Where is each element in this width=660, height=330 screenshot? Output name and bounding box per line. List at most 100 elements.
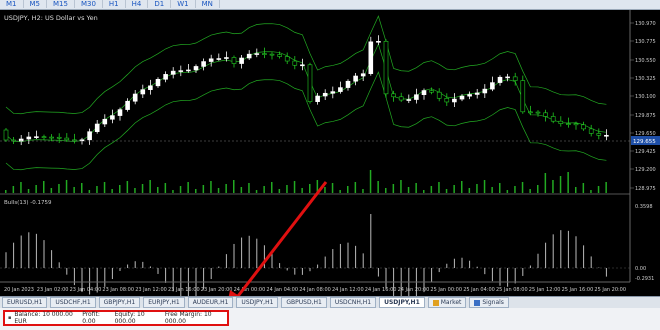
candle-body <box>421 90 427 95</box>
bulls-power-bar <box>491 268 493 282</box>
candle-body <box>224 57 229 59</box>
candle-body <box>72 139 77 142</box>
bollinger-bands <box>5 15 607 171</box>
market-tab[interactable]: Market <box>427 297 467 308</box>
candle-body <box>79 139 85 142</box>
chart-canvas[interactable]: USDJPY, H2: US Dollar vs Yen 130.970130.… <box>0 10 660 310</box>
bulls-power-bar <box>347 242 349 268</box>
candle-body <box>170 70 176 75</box>
chart-tab[interactable]: EURJPY,H1 <box>143 297 185 308</box>
time-tick-label: 23 Jan 12:00 <box>135 287 167 293</box>
volume-bar <box>483 180 486 193</box>
timeframe-m30-button[interactable]: M30 <box>75 0 103 8</box>
candle-body <box>588 128 594 134</box>
volume-bar <box>347 186 349 193</box>
candle-body <box>254 53 260 55</box>
volume-bar <box>354 182 357 193</box>
bulls-power-bar <box>567 230 569 268</box>
candle-body <box>193 66 199 71</box>
volume-bar <box>339 190 341 193</box>
bulls-power-bar <box>149 266 151 268</box>
volume-bar <box>134 188 136 193</box>
time-tick-label: 25 Jan 16:00 <box>562 287 594 293</box>
timeframe-m5-button[interactable]: M5 <box>24 0 47 8</box>
volume-bar <box>331 183 334 193</box>
volume-bar <box>278 189 281 193</box>
candle-body <box>596 133 602 136</box>
chart-tab[interactable]: GBPJPY,H1 <box>98 297 141 308</box>
volume-bar <box>514 186 516 193</box>
volume-bar <box>263 186 265 193</box>
bulls-power-bar <box>165 268 167 283</box>
timeframe-mn-button[interactable]: MN <box>196 0 220 8</box>
timeframe-w1-button[interactable]: W1 <box>171 0 196 8</box>
chart-tab[interactable]: USDCHF,H1 <box>50 297 96 308</box>
timeframe-h1-button[interactable]: H1 <box>103 0 126 8</box>
lower-band <box>5 71 607 171</box>
candle-body <box>56 136 62 139</box>
indicator-tick-label: 0.3598 <box>635 204 653 210</box>
candle-body <box>269 53 275 56</box>
timeframe-m15-button[interactable]: M15 <box>47 0 75 8</box>
bulls-power-bar <box>453 258 455 268</box>
chart-tab-active[interactable]: USDJPY,H1 <box>379 297 425 308</box>
candle-body <box>307 64 313 102</box>
price-tick-label: 130.325 <box>635 76 656 82</box>
bulls-power-bar <box>324 256 326 268</box>
market-tab-label: Market <box>440 299 462 306</box>
candle-body <box>383 40 389 95</box>
signals-tab[interactable]: Signals <box>469 297 509 308</box>
bulls-power-bar <box>35 233 37 268</box>
candle-body <box>292 60 298 66</box>
volume-bar <box>81 183 83 193</box>
free-margin-value: Free Margin: 10 000.00 <box>164 311 212 325</box>
candle-body <box>277 54 282 57</box>
candle-body <box>201 61 206 67</box>
volume-bar <box>111 189 113 193</box>
bulls-power-bar <box>370 214 372 268</box>
volume-bar <box>12 186 15 193</box>
volume-bar <box>73 187 75 193</box>
volume-bar <box>301 188 303 193</box>
volume-bar <box>225 184 227 193</box>
timeframe-h4-button[interactable]: H4 <box>126 0 149 8</box>
volume-bar <box>491 187 493 193</box>
bulls-power-bar <box>13 242 15 268</box>
bulls-power-bar <box>438 268 440 273</box>
chart-tab[interactable]: USDJPY,H1 <box>236 297 279 308</box>
bulls-power-bar <box>461 257 463 268</box>
volume-bar <box>286 185 288 193</box>
candle-body <box>398 96 404 101</box>
volume-bar <box>499 183 501 193</box>
bulls-power-bar <box>301 268 303 275</box>
chart-tab[interactable]: AUDEUR,H1 <box>187 297 234 308</box>
timeframe-d1-button[interactable]: D1 <box>148 0 172 8</box>
chart-tab[interactable]: GBPUSD,H1 <box>281 297 327 308</box>
price-tick-label: 128.975 <box>635 186 656 192</box>
time-tick-label: 24 Jan 12:00 <box>332 287 364 293</box>
time-tick-label: 20 Jan 2023 <box>4 287 34 293</box>
candle-body <box>140 89 146 95</box>
candle-body <box>535 111 541 114</box>
time-tick-label: 24 Jan 00:00 <box>234 287 266 293</box>
expand-icon[interactable]: ▪ <box>8 315 11 321</box>
chart-tab[interactable]: USDCNH,H1 <box>329 297 377 308</box>
timeframe-m1-button[interactable]: M1 <box>0 0 24 8</box>
bulls-power-bar <box>51 250 53 268</box>
bulls-power-bar <box>522 268 524 276</box>
volume-bar <box>430 186 433 193</box>
bulls-power-bar <box>317 264 319 268</box>
price-chart[interactable]: USDJPY, H2: US Dollar vs Yen 130.970 130.… <box>0 10 660 310</box>
volume-bar <box>217 188 220 193</box>
volume-bar <box>605 182 607 193</box>
volume-bar <box>172 190 174 193</box>
volume-bar <box>27 189 30 193</box>
bulls-power-bar <box>127 264 129 268</box>
bulls-power-bar <box>476 266 478 268</box>
time-tick-label: 24 Jan 04:00 <box>266 287 298 293</box>
candle-body <box>444 97 450 103</box>
volume-bar <box>88 190 91 193</box>
volume-bar <box>597 186 600 193</box>
bulls-power-bar <box>28 232 30 268</box>
chart-tab[interactable]: EURUSD,H1 <box>2 297 48 308</box>
